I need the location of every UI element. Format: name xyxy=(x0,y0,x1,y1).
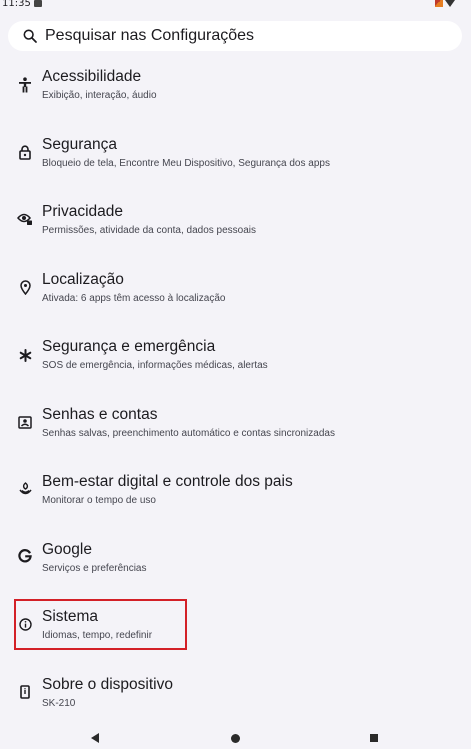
recents-icon[interactable] xyxy=(370,734,378,742)
search-icon xyxy=(20,26,40,46)
status-time: 11:35 xyxy=(2,0,31,9)
status-indicators xyxy=(435,0,455,7)
settings-item-privacy[interactable]: Privacidade Permissões, atividade da con… xyxy=(0,191,471,251)
device-icon xyxy=(16,683,34,701)
settings-item-digital-wellbeing[interactable]: Bem-estar digital e controle dos pais Mo… xyxy=(0,461,471,521)
search-settings-bar[interactable]: Pesquisar nas Configurações xyxy=(8,21,462,51)
wifi-icon xyxy=(445,0,455,7)
settings-item-location[interactable]: Localização Ativada: 6 apps têm acesso à… xyxy=(0,259,471,319)
home-icon[interactable] xyxy=(231,734,240,743)
item-subtitle: Permissões, atividade da conta, dados pe… xyxy=(42,225,257,236)
item-subtitle: Serviços e preferências xyxy=(42,563,147,574)
status-bar: 11:35 xyxy=(0,0,471,10)
location-pin-icon xyxy=(16,278,34,296)
privacy-eye-icon xyxy=(16,210,34,228)
item-title: Senhas e contas xyxy=(42,406,158,423)
item-title: Segurança e emergência xyxy=(42,338,216,355)
settings-item-security[interactable]: Segurança Bloqueio de tela, Encontre Meu… xyxy=(0,124,471,184)
item-subtitle: SK-210 xyxy=(42,698,76,709)
item-subtitle: Monitorar o tempo de uso xyxy=(42,495,156,506)
notification-icon xyxy=(34,0,42,7)
settings-item-google[interactable]: Google Serviços e preferências xyxy=(0,529,471,589)
highlight-box xyxy=(14,599,187,650)
navigation-bar xyxy=(0,724,471,749)
lock-icon xyxy=(16,143,34,161)
item-title: Segurança xyxy=(42,136,117,153)
accessibility-icon xyxy=(16,76,34,94)
item-title: Localização xyxy=(42,271,124,288)
asterisk-icon xyxy=(16,346,34,364)
settings-item-passwords-accounts[interactable]: Senhas e contas Senhas salvas, preenchim… xyxy=(0,394,471,454)
settings-item-about-device[interactable]: Sobre o dispositivo SK-210 xyxy=(0,664,471,724)
item-subtitle: SOS de emergência, informações médicas, … xyxy=(42,360,268,371)
item-title: Privacidade xyxy=(42,203,123,220)
item-title: Google xyxy=(42,541,92,558)
item-subtitle: Ativada: 6 apps têm acesso à localização xyxy=(42,293,226,304)
settings-screen: 11:35 Pesquisar nas Configurações Acessi… xyxy=(0,0,471,749)
search-placeholder: Pesquisar nas Configurações xyxy=(45,27,255,44)
back-icon[interactable] xyxy=(91,733,99,743)
signal-icon xyxy=(435,0,443,7)
item-subtitle: Exibição, interação, áudio xyxy=(42,90,157,101)
settings-item-safety-emergency[interactable]: Segurança e emergência SOS de emergência… xyxy=(0,326,471,386)
account-box-icon xyxy=(16,413,34,431)
settings-item-accessibility[interactable]: Acessibilidade Exibição, interação, áudi… xyxy=(0,56,471,116)
item-title: Acessibilidade xyxy=(42,68,142,85)
item-subtitle: Bloqueio de tela, Encontre Meu Dispositi… xyxy=(42,158,330,169)
item-title: Bem-estar digital e controle dos pais xyxy=(42,473,293,490)
wellbeing-icon xyxy=(16,480,34,498)
item-title: Sobre o dispositivo xyxy=(42,676,173,693)
google-icon xyxy=(16,547,34,565)
item-subtitle: Senhas salvas, preenchimento automático … xyxy=(42,428,335,439)
